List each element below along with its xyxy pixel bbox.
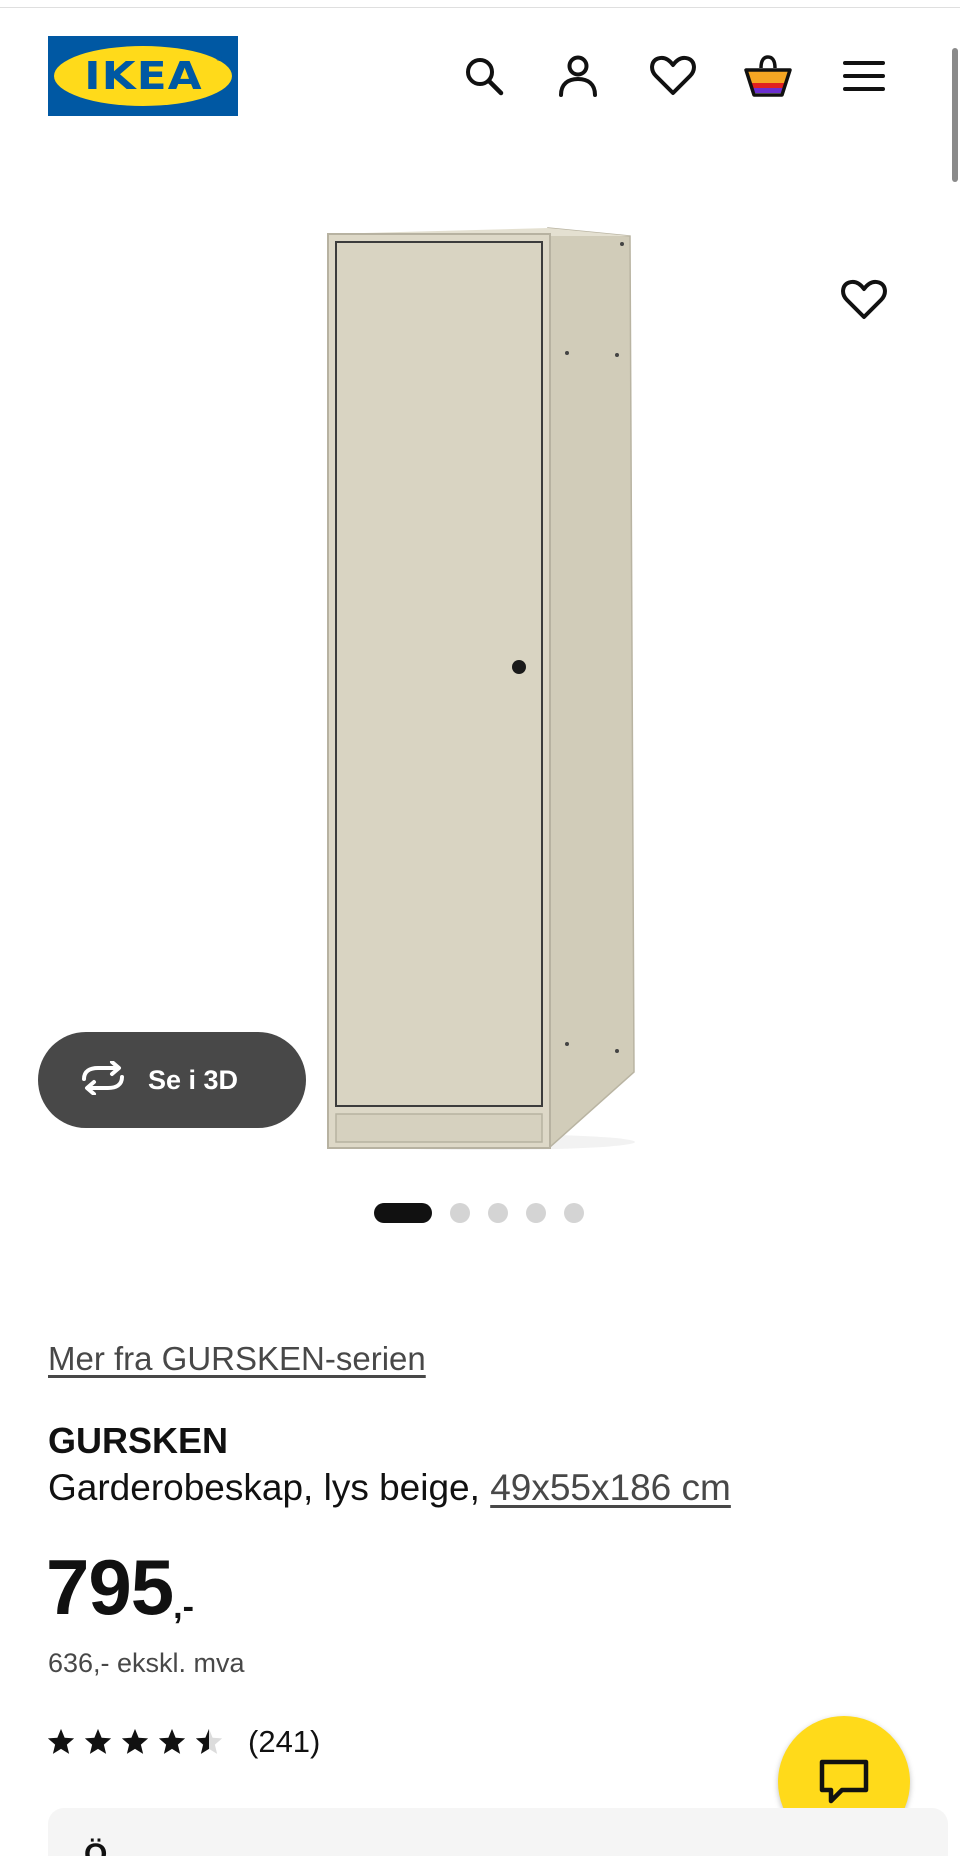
view-in-3d-button[interactable]: Se i 3D <box>38 1032 306 1128</box>
star-icon-full <box>47 1728 75 1754</box>
review-count: (241) <box>248 1724 321 1759</box>
price-suffix: ,- <box>173 1588 194 1626</box>
star-icon-full <box>121 1728 149 1754</box>
view-in-3d-label: Se i 3D <box>148 1064 239 1095</box>
image-carousel-indicator <box>374 1202 584 1224</box>
product-description-text: Garderobeskap, lys beige, <box>48 1467 491 1508</box>
search-icon[interactable] <box>452 44 516 108</box>
product-description: Garderobeskap, lys beige, 49x55x186 cm <box>48 1467 731 1509</box>
product-price: 795 ,- <box>46 1548 194 1626</box>
star-icon-half <box>195 1728 223 1754</box>
product-name: GURSKEN <box>48 1420 229 1461</box>
heart-icon[interactable] <box>641 44 705 108</box>
price-integer: 795 <box>46 1543 174 1631</box>
info-card[interactable]: Ö <box>48 1808 948 1856</box>
carousel-dot[interactable] <box>488 1203 508 1223</box>
product-rating[interactable]: (241) <box>46 1722 320 1762</box>
ikea-logo[interactable]: IKEA ® <box>48 36 238 116</box>
carousel-dot[interactable] <box>450 1203 470 1223</box>
top-border <box>0 0 960 8</box>
carousel-dot[interactable] <box>564 1203 584 1223</box>
logo-oval: IKEA <box>54 46 232 106</box>
basket-icon[interactable] <box>736 44 800 108</box>
chat-icon <box>819 1759 869 1804</box>
star-icon-full <box>158 1728 186 1754</box>
user-icon[interactable] <box>546 44 610 108</box>
product-image-cabinet[interactable] <box>300 222 660 1162</box>
menu-icon[interactable] <box>832 44 896 108</box>
product-size-link[interactable]: 49x55x186 cm <box>490 1467 731 1508</box>
info-card-text: Ö <box>84 1838 108 1856</box>
series-link[interactable]: Mer fra GURSKEN-serien <box>48 1340 426 1378</box>
price-excluding-vat: 636,- ekskl. mva <box>48 1648 245 1678</box>
logo-text: IKEA <box>83 54 203 98</box>
logo-registered-mark: ® <box>216 54 222 63</box>
rating-stars <box>46 1727 224 1757</box>
rotate-3d-icon <box>78 1059 128 1100</box>
star-icon-full <box>84 1728 112 1754</box>
carousel-dot[interactable] <box>526 1203 546 1223</box>
carousel-dot-active[interactable] <box>374 1203 432 1223</box>
add-to-favourites-icon[interactable] <box>834 270 894 330</box>
site-header: IKEA ® <box>0 36 960 116</box>
